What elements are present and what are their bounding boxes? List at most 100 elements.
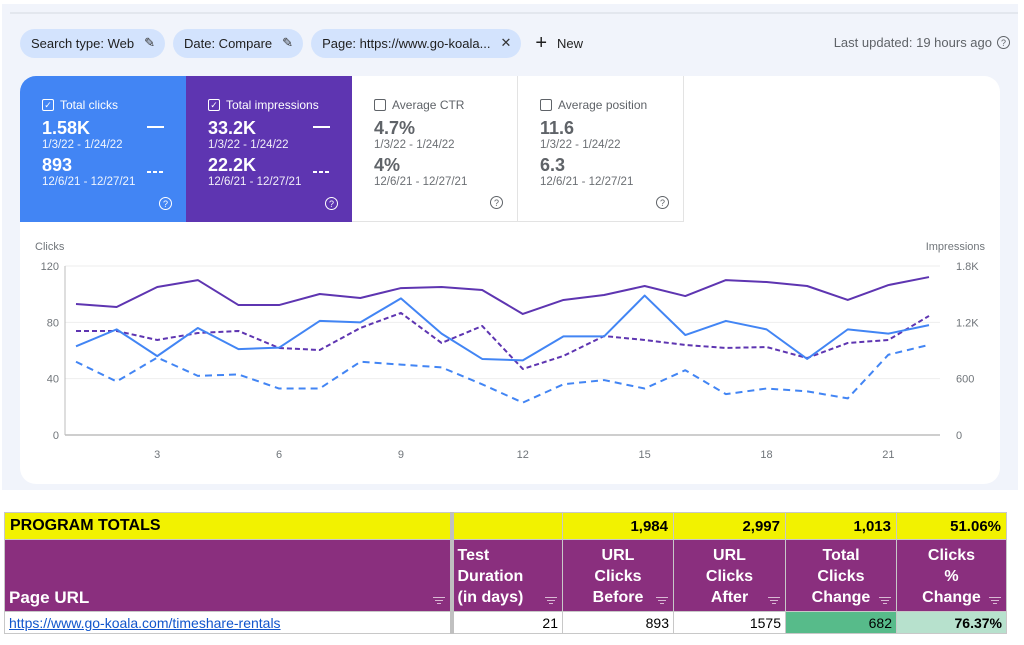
cell-after[interactable]: 1575 xyxy=(673,611,786,634)
card-previous-value: 6.3 xyxy=(540,155,566,175)
card-previous-value: 893 xyxy=(42,155,73,175)
cell-pct[interactable]: 76.37% xyxy=(896,611,1007,634)
pencil-icon[interactable]: ✎ xyxy=(282,35,293,51)
card-current-value: 1.58K xyxy=(42,118,91,138)
totals-cell[interactable]: 1,984 xyxy=(562,512,674,540)
y2-tick-label: 600 xyxy=(956,374,974,386)
header-label: Clicks% Change xyxy=(922,547,981,606)
last-updated-text: Last updated: 19 hours ago xyxy=(833,35,992,50)
card-current-value: 4.7% xyxy=(374,118,416,138)
card-current-range: 1/3/22 - 1/24/22 xyxy=(42,139,123,151)
totals-cell[interactable] xyxy=(449,512,563,540)
help-icon[interactable]: ? xyxy=(656,196,669,209)
performance-panel: ✓ Total clicks 1.58K 1/3/22 - 1/24/22 893… xyxy=(20,76,1000,484)
header-label: Test Duration (in days) xyxy=(457,547,524,606)
table-row: https://www.go-koala.com/timeshare-renta… xyxy=(4,611,1007,634)
card-previous-range: 12/6/21 - 12/27/21 xyxy=(374,176,468,188)
x-tick-label: 3 xyxy=(154,449,160,461)
filter-icon[interactable] xyxy=(879,597,891,605)
checkbox-unchecked-icon[interactable] xyxy=(374,99,386,111)
cell-duration[interactable]: 21 xyxy=(449,611,563,634)
metric-card-total-clicks[interactable]: ✓ Total clicks 1.58K 1/3/22 - 1/24/22 893… xyxy=(20,76,186,222)
filter-icon[interactable] xyxy=(656,597,668,605)
totals-cell[interactable]: 1,013 xyxy=(785,512,897,540)
card-current-range: 1/3/22 - 1/24/22 xyxy=(208,139,289,151)
x-tick-label: 6 xyxy=(276,449,282,461)
series-line-clicks-solid xyxy=(75,294,930,362)
card-current-value: 33.2K xyxy=(208,118,257,138)
filter-chip-search-type[interactable]: Search type: Web ✎ xyxy=(20,28,165,58)
checkbox-checked-icon[interactable]: ✓ xyxy=(208,99,220,111)
cell-url[interactable]: https://www.go-koala.com/timeshare-renta… xyxy=(4,611,452,634)
program-table: PROGRAM TOTALS 1,984 2,997 1,013 51.06% … xyxy=(4,512,1007,634)
y2-tick-label: 1.2K xyxy=(956,317,979,329)
help-icon[interactable]: ? xyxy=(325,197,338,210)
totals-cell[interactable]: 51.06% xyxy=(896,512,1007,540)
card-previous-range: 12/6/21 - 12/27/21 xyxy=(540,176,634,188)
cell-change[interactable]: 682 xyxy=(785,611,897,634)
filter-chip-date[interactable]: Date: Compare ✎ xyxy=(173,28,304,58)
help-icon[interactable]: ? xyxy=(159,197,172,210)
close-icon[interactable]: ✕ xyxy=(500,35,511,51)
filter-icon[interactable] xyxy=(432,597,445,605)
card-previous-range: 12/6/21 - 12/27/21 xyxy=(208,176,302,188)
card-previous-value: 22.2K xyxy=(208,155,257,175)
new-filter-button[interactable]: + New xyxy=(535,33,583,53)
dashed-line-legend-icon xyxy=(313,171,330,173)
series-line-impressions-solid xyxy=(75,276,930,315)
filter-icon[interactable] xyxy=(768,597,780,605)
totals-label[interactable]: PROGRAM TOTALS xyxy=(4,512,452,540)
filter-chip-page[interactable]: Page: https://www.go-koala... ✕ xyxy=(311,28,522,58)
performance-chart: Clicks Impressions 0 40 80 120 0 600 1.2K 1.8K 3… xyxy=(35,241,986,461)
plus-icon: + xyxy=(535,32,548,54)
y-tick-label: 40 xyxy=(47,374,59,386)
card-previous-value: 4% xyxy=(374,155,401,175)
metric-cards: ✓ Total clicks 1.58K 1/3/22 - 1/24/22 893… xyxy=(20,76,684,222)
header-clicks-pct-change[interactable]: Clicks% Change xyxy=(896,539,1007,612)
divider xyxy=(10,12,1018,14)
filter-icon[interactable] xyxy=(989,597,1001,605)
header-row: Page URL Test Duration (in days) URL Clicks… xyxy=(4,539,1007,612)
metric-card-total-impressions[interactable]: ✓ Total impressions 33.2K 1/3/22 - 1/24/2… xyxy=(186,76,352,222)
checkbox-unchecked-icon[interactable] xyxy=(540,99,552,111)
card-label: Average CTR xyxy=(392,98,465,112)
x-tick-label: 9 xyxy=(398,449,404,461)
card-label: Total impressions xyxy=(226,98,319,112)
y-tick-label: 0 xyxy=(53,430,59,442)
spreadsheet: PROGRAM TOTALS 1,984 2,997 1,013 51.06% … xyxy=(0,510,1024,645)
chip-label: Search type: Web xyxy=(31,35,135,51)
chip-label: Page: https://www.go-koala... xyxy=(322,35,491,51)
checkbox-checked-icon[interactable]: ✓ xyxy=(42,99,54,111)
header-page-url[interactable]: Page URL xyxy=(4,539,452,612)
header-total-clicks-change[interactable]: Total Clicks Change xyxy=(785,539,897,612)
help-icon[interactable]: ? xyxy=(997,36,1010,49)
card-current-range: 1/3/22 - 1/24/22 xyxy=(540,139,621,151)
help-icon[interactable]: ? xyxy=(490,196,503,209)
header-test-duration[interactable]: Test Duration (in days) xyxy=(449,539,563,612)
x-tick-label: 18 xyxy=(760,449,772,461)
y-tick-label: 80 xyxy=(47,317,59,329)
y-tick-label: 120 xyxy=(41,261,59,273)
metric-card-average-ctr[interactable]: Average CTR 4.7% 1/3/22 - 1/24/22 4% 12/… xyxy=(352,76,518,222)
header-clicks-before[interactable]: URL Clicks Before xyxy=(562,539,674,612)
metric-card-average-position[interactable]: Average position 11.6 1/3/22 - 1/24/22 6… xyxy=(518,76,684,222)
y2-tick-label: 1.8K xyxy=(956,261,979,273)
chip-label: Date: Compare xyxy=(184,35,273,51)
page-url-link[interactable]: https://www.go-koala.com/timeshare-renta… xyxy=(9,615,281,631)
card-previous-range: 12/6/21 - 12/27/21 xyxy=(42,176,136,188)
filter-icon[interactable] xyxy=(545,597,557,605)
y2-tick-label: 0 xyxy=(956,430,962,442)
cell-before[interactable]: 893 xyxy=(562,611,674,634)
header-label: URL Clicks After xyxy=(705,547,754,606)
totals-cell[interactable]: 2,997 xyxy=(673,512,786,540)
header-label: Total Clicks Change xyxy=(811,547,871,606)
card-current-range: 1/3/22 - 1/24/22 xyxy=(374,139,455,151)
totals-row: PROGRAM TOTALS 1,984 2,997 1,013 51.06% xyxy=(4,512,1007,540)
header-clicks-after[interactable]: URL Clicks After xyxy=(673,539,786,612)
x-tick-label: 21 xyxy=(882,449,894,461)
header-label: URL Clicks Before xyxy=(592,547,644,606)
x-tick-label: 12 xyxy=(517,449,529,461)
x-tick-label: 15 xyxy=(639,449,651,461)
pencil-icon[interactable]: ✎ xyxy=(144,35,155,51)
card-current-value: 11.6 xyxy=(540,118,575,138)
